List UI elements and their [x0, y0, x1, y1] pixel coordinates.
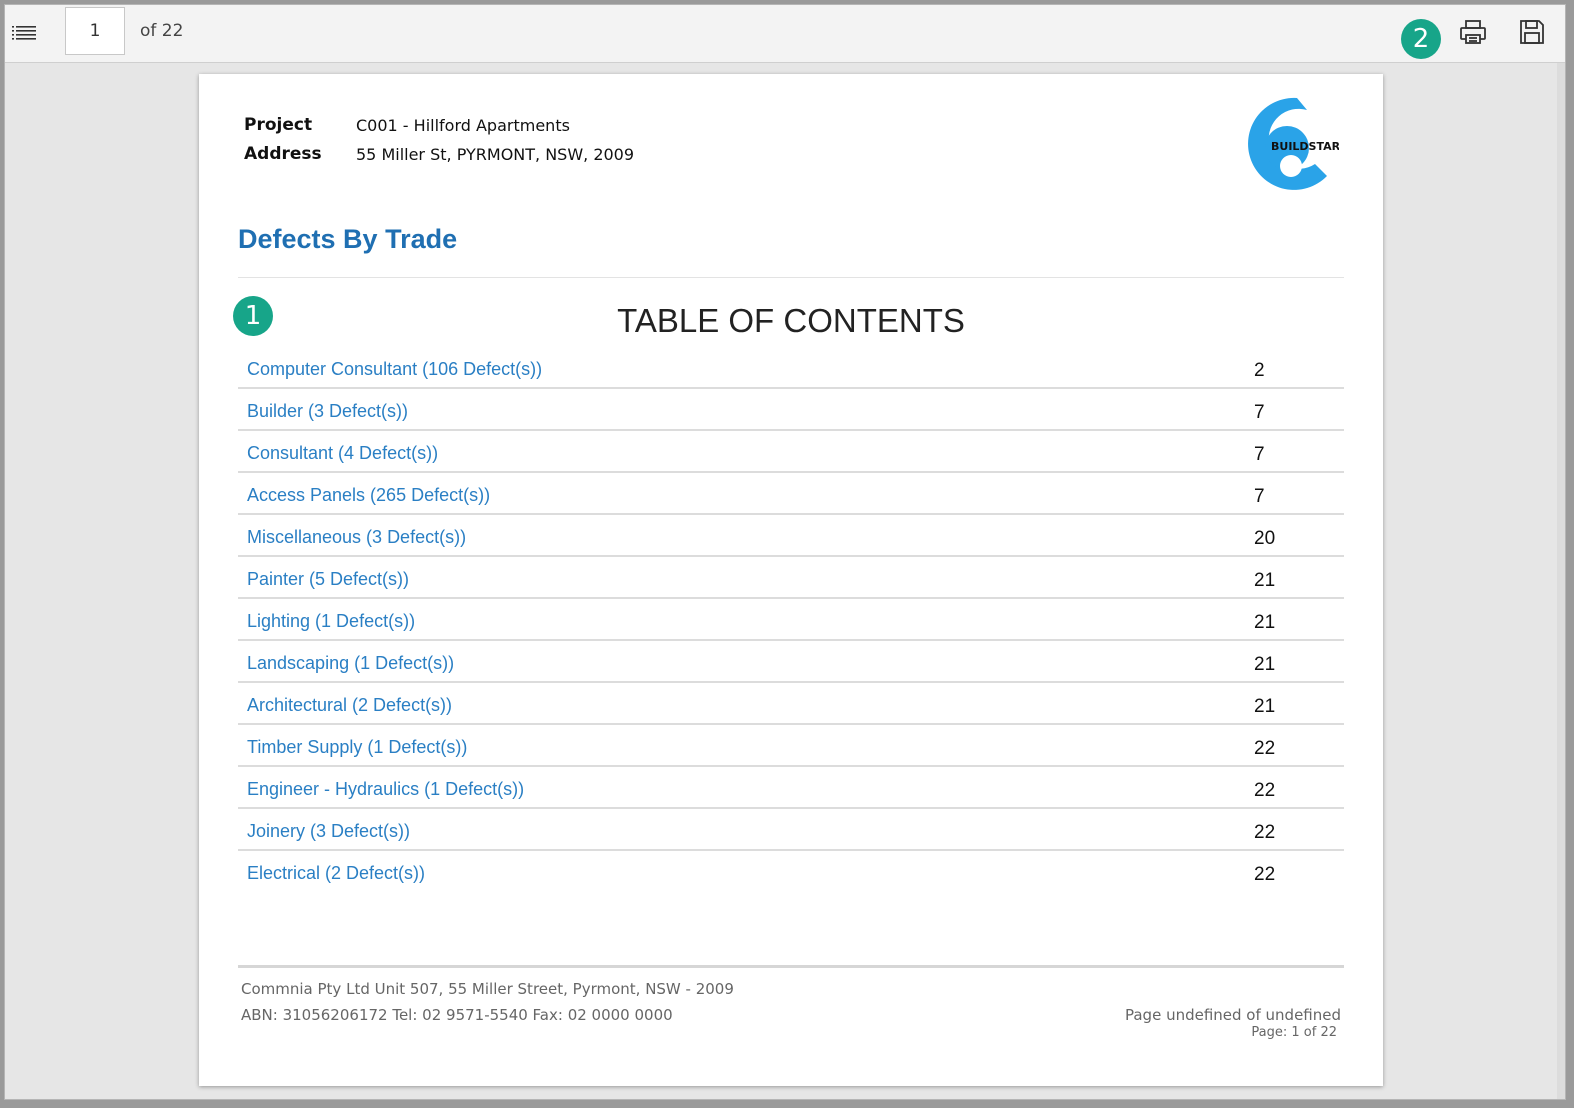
toc-row: Access Panels (265 Defect(s)) 7 [238, 473, 1344, 515]
table-of-contents-button[interactable] [11, 23, 39, 43]
footer-company-line: Commnia Pty Ltd Unit 507, 55 Miller Stre… [241, 980, 734, 998]
save-icon [1520, 20, 1544, 44]
project-label: Project [244, 115, 313, 135]
toc-row: Computer Consultant (106 Defect(s)) 2 [238, 347, 1344, 389]
toc-page-number: 22 [1254, 822, 1276, 843]
toc-row: Timber Supply (1 Defect(s)) 22 [238, 725, 1344, 767]
report-viewer-window: of 22 2 [4, 4, 1566, 1100]
svg-text:BUILDSTAR: BUILDSTAR [1271, 140, 1339, 153]
toc-row: Engineer - Hydraulics (1 Defect(s)) 22 [238, 767, 1344, 809]
toc-link[interactable]: Consultant (4 Defect(s)) [247, 443, 438, 464]
project-value: C001 - Hillford Apartments [356, 116, 570, 135]
toc-link[interactable]: Landscaping (1 Defect(s)) [247, 653, 454, 674]
toc-page-number: 7 [1254, 444, 1265, 465]
report-page: Project C001 - Hillford Apartments Addre… [199, 74, 1383, 1086]
title-divider [238, 277, 1344, 278]
toc-table: Computer Consultant (106 Defect(s)) 2 Buil… [238, 347, 1344, 893]
save-button[interactable] [1517, 17, 1547, 47]
footer-page-undefined: Page undefined of undefined [1124, 1006, 1341, 1024]
page-number-input[interactable] [65, 7, 125, 55]
toc-row: Joinery (3 Defect(s)) 22 [238, 809, 1344, 851]
footer-contact-line: ABN: 31056206172 Tel: 02 9571-5540 Fax: … [241, 1006, 673, 1024]
toc-page-number: 22 [1254, 780, 1276, 801]
toc-row: Painter (5 Defect(s)) 21 [238, 557, 1344, 599]
toc-row: Lighting (1 Defect(s)) 21 [238, 599, 1344, 641]
table-of-contents-icon [12, 26, 36, 40]
toc-page-number: 22 [1254, 738, 1276, 759]
toc-link[interactable]: Computer Consultant (106 Defect(s)) [247, 359, 542, 380]
report-title: Defects By Trade [238, 224, 458, 254]
toc-link[interactable]: Electrical (2 Defect(s)) [247, 863, 425, 884]
print-icon [1460, 20, 1486, 44]
page-total-label: of 22 [140, 21, 184, 41]
toc-link[interactable]: Joinery (3 Defect(s)) [247, 821, 410, 842]
toc-link[interactable]: Painter (5 Defect(s)) [247, 569, 409, 590]
toc-page-number: 7 [1254, 402, 1265, 423]
toc-heading: TABLE OF CONTENTS [617, 302, 965, 339]
toc-page-number: 2 [1254, 360, 1265, 381]
toc-link[interactable]: Miscellaneous (3 Defect(s)) [247, 527, 466, 548]
toc-row: Landscaping (1 Defect(s)) 21 [238, 641, 1344, 683]
footer-divider [238, 965, 1344, 968]
toc-row: Consultant (4 Defect(s)) 7 [238, 431, 1344, 473]
address-value: 55 Miller St, PYRMONT, NSW, 2009 [356, 145, 635, 164]
toc-row: Miscellaneous (3 Defect(s)) 20 [238, 515, 1344, 557]
toc-link[interactable]: Architectural (2 Defect(s)) [247, 695, 452, 716]
toc-page-number: 21 [1254, 570, 1276, 591]
footer-page-count: Page: 1 of 22 [1251, 1025, 1337, 1040]
toc-link[interactable]: Lighting (1 Defect(s)) [247, 611, 415, 632]
callout-badge-2: 2 [1401, 19, 1441, 59]
toc-page-number: 7 [1254, 486, 1265, 507]
vertical-scrollbar[interactable] [1557, 63, 1565, 1099]
toc-page-number: 21 [1254, 696, 1276, 717]
toc-link[interactable]: Builder (3 Defect(s)) [247, 401, 408, 422]
toc-page-number: 21 [1254, 654, 1276, 675]
toc-row: Electrical (2 Defect(s)) 22 [238, 851, 1344, 893]
buildstar-logo: BUILDSTAR [1235, 90, 1341, 194]
viewer-toolbar: of 22 2 [5, 5, 1565, 63]
toc-page-number: 20 [1254, 528, 1276, 549]
address-label: Address [244, 144, 322, 164]
toc-link[interactable]: Engineer - Hydraulics (1 Defect(s)) [247, 779, 524, 800]
toc-link[interactable]: Timber Supply (1 Defect(s)) [247, 737, 467, 758]
toc-row: Architectural (2 Defect(s)) 21 [238, 683, 1344, 725]
toc-link[interactable]: Access Panels (265 Defect(s)) [247, 485, 490, 506]
toc-page-number: 22 [1254, 864, 1276, 885]
print-button[interactable] [1458, 17, 1488, 47]
toc-row: Builder (3 Defect(s)) 7 [238, 389, 1344, 431]
toc-page-number: 21 [1254, 612, 1276, 633]
